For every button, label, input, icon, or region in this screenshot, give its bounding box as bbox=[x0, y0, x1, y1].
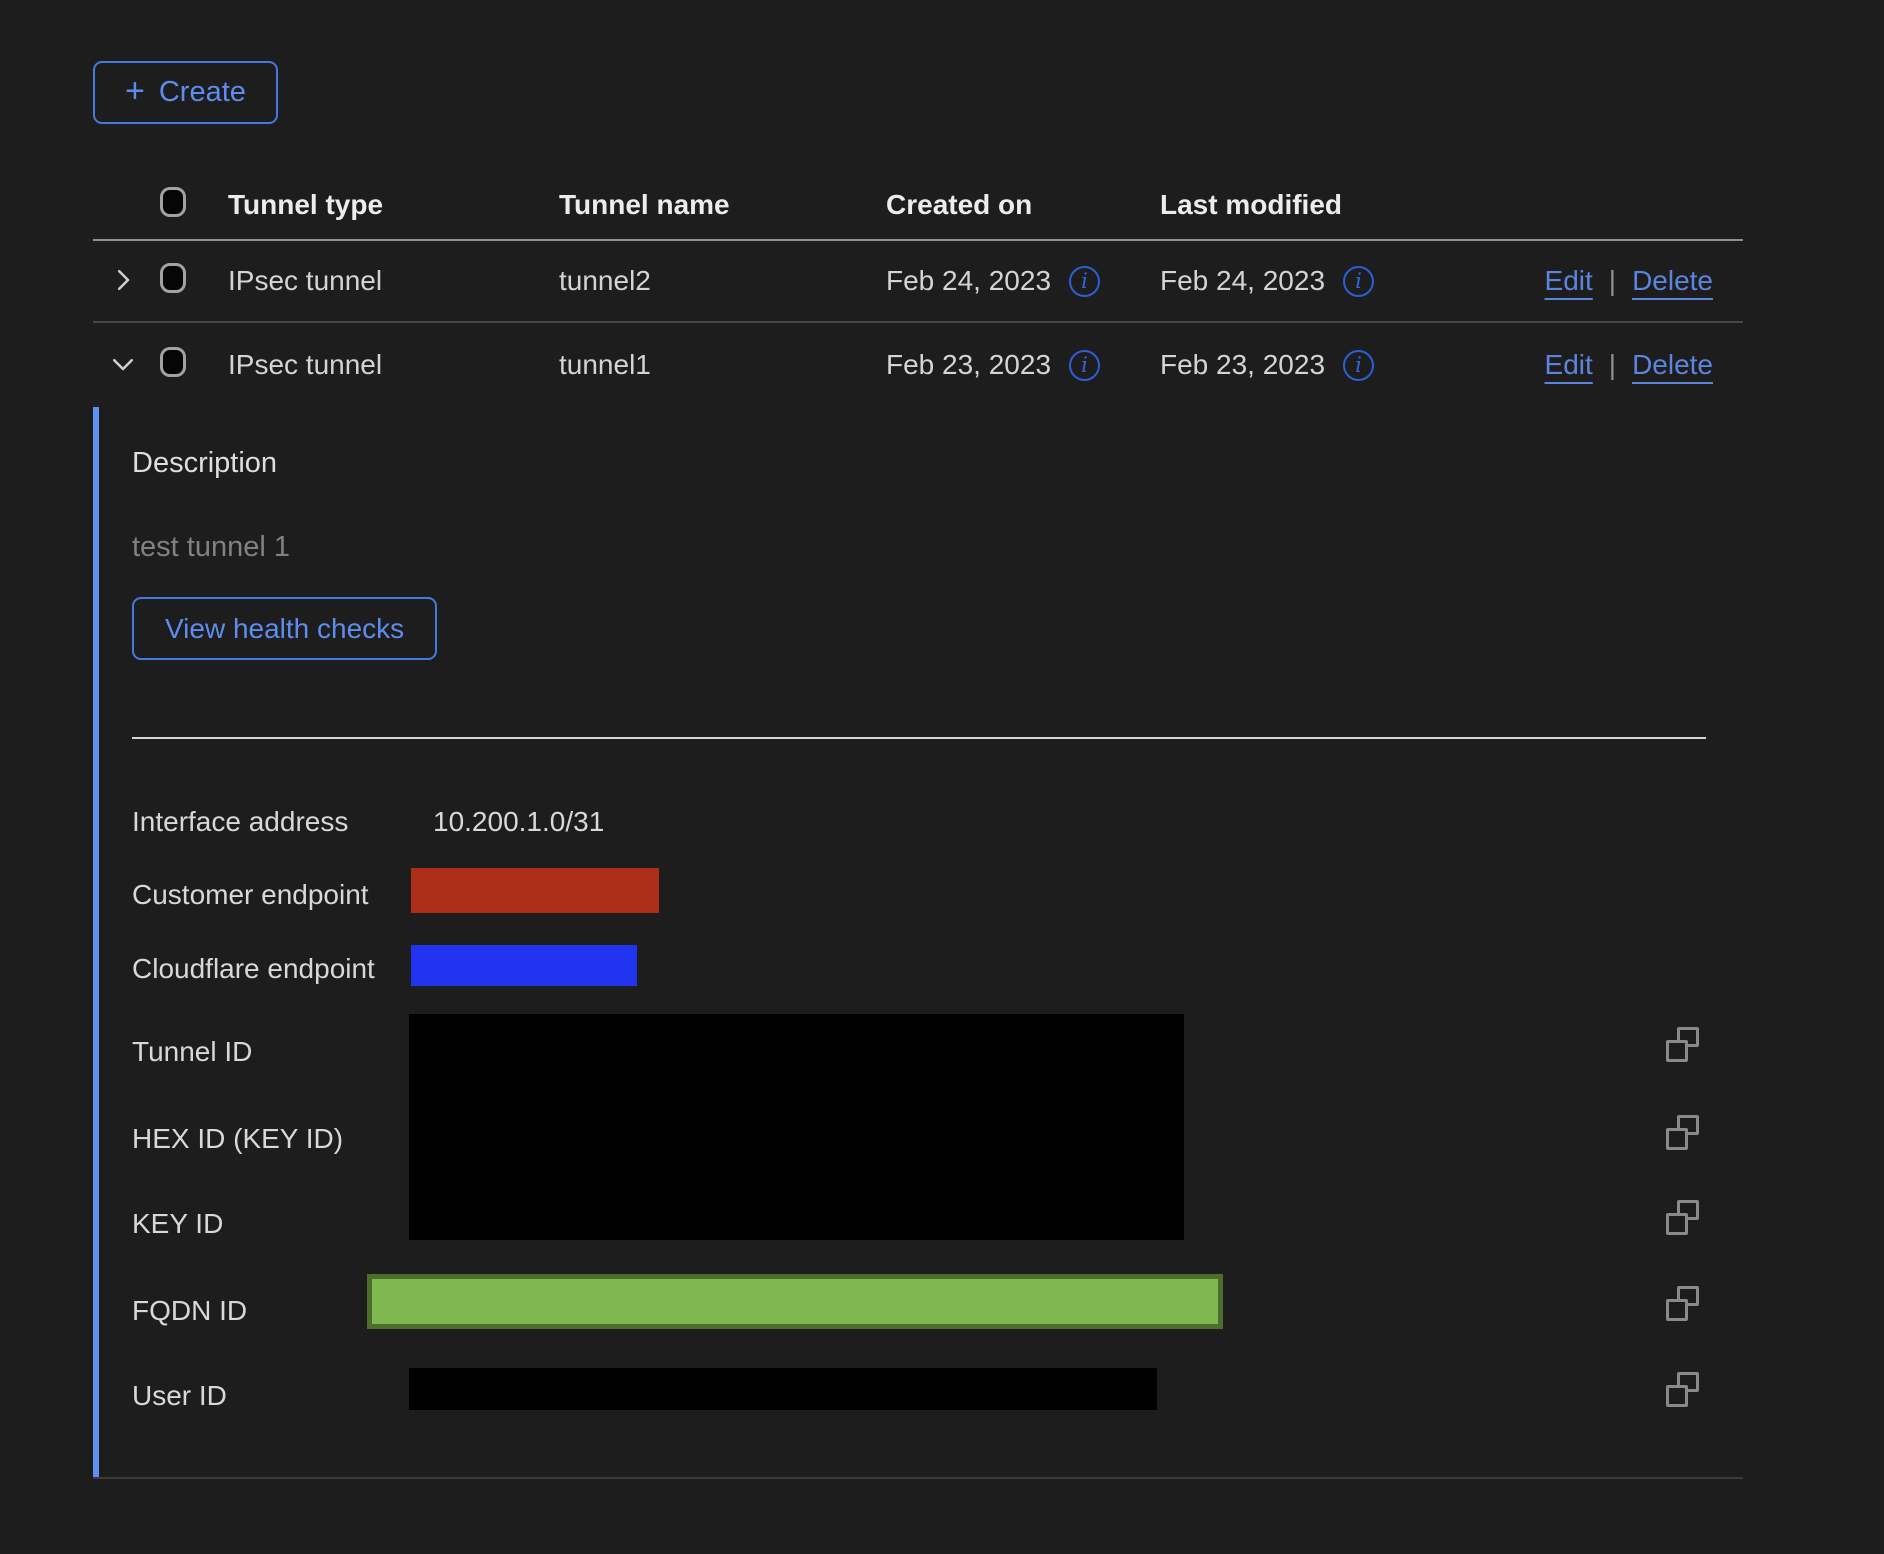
tunnels-page: + Create Tunnel type Tunnel name Created… bbox=[93, 0, 1743, 1479]
redacted-user-id bbox=[409, 1368, 1157, 1410]
info-icon[interactable]: i bbox=[1343, 266, 1374, 297]
cell-tunnel-name: tunnel1 bbox=[559, 349, 886, 381]
delete-link[interactable]: Delete bbox=[1632, 349, 1713, 381]
redacted-cloudflare-endpoint bbox=[411, 945, 637, 986]
table-row: IPsec tunnel tunnel1 Feb 23, 2023 i Feb … bbox=[93, 323, 1743, 407]
tunnels-table: Tunnel type Tunnel name Created on Last … bbox=[93, 170, 1743, 1479]
field-value-interface-address: 10.200.1.0/31 bbox=[433, 806, 604, 838]
redacted-customer-endpoint bbox=[411, 868, 659, 913]
cell-created-on: Feb 23, 2023 bbox=[886, 349, 1051, 381]
copy-icon[interactable] bbox=[1665, 1372, 1700, 1407]
cell-tunnel-name: tunnel2 bbox=[559, 265, 886, 297]
cell-last-modified: Feb 24, 2023 bbox=[1160, 265, 1325, 297]
cell-tunnel-type: IPsec tunnel bbox=[228, 349, 559, 381]
field-label-tunnel-id: Tunnel ID bbox=[132, 1036, 252, 1068]
copy-icon[interactable] bbox=[1665, 1200, 1700, 1235]
view-health-checks-button[interactable]: View health checks bbox=[132, 597, 437, 660]
plus-icon: + bbox=[125, 74, 145, 108]
chevron-right-icon bbox=[108, 265, 138, 298]
redacted-tunnel-hex-key-ids bbox=[409, 1014, 1184, 1240]
table-row: IPsec tunnel tunnel2 Feb 24, 2023 i Feb … bbox=[93, 241, 1743, 323]
copy-icon[interactable] bbox=[1665, 1286, 1700, 1321]
field-label-fqdn-id: FQDN ID bbox=[132, 1295, 247, 1327]
collapse-row-button[interactable] bbox=[108, 349, 138, 382]
action-separator: | bbox=[1609, 265, 1616, 297]
action-separator: | bbox=[1609, 349, 1616, 381]
header-tunnel-name: Tunnel name bbox=[559, 189, 886, 221]
copy-icon[interactable] bbox=[1665, 1027, 1700, 1062]
info-icon[interactable]: i bbox=[1069, 266, 1100, 297]
chevron-down-icon bbox=[108, 349, 138, 382]
row-checkbox[interactable] bbox=[160, 347, 186, 377]
header-last-modified: Last modified bbox=[1160, 189, 1480, 221]
field-label-customer-endpoint: Customer endpoint bbox=[132, 879, 369, 911]
info-icon[interactable]: i bbox=[1069, 350, 1100, 381]
select-all-checkbox[interactable] bbox=[160, 187, 186, 217]
edit-link[interactable]: Edit bbox=[1545, 265, 1593, 297]
delete-link[interactable]: Delete bbox=[1632, 265, 1713, 297]
redacted-fqdn-id bbox=[367, 1274, 1223, 1329]
detail-divider bbox=[132, 737, 1706, 739]
field-label-cloudflare-endpoint: Cloudflare endpoint bbox=[132, 953, 375, 985]
field-label-hex-id: HEX ID (KEY ID) bbox=[132, 1123, 343, 1155]
expand-row-button[interactable] bbox=[108, 265, 138, 298]
info-icon[interactable]: i bbox=[1343, 350, 1374, 381]
header-tunnel-type: Tunnel type bbox=[228, 189, 559, 221]
cell-created-on: Feb 24, 2023 bbox=[886, 265, 1051, 297]
table-header-row: Tunnel type Tunnel name Created on Last … bbox=[93, 170, 1743, 241]
field-label-key-id: KEY ID bbox=[132, 1208, 223, 1240]
edit-link[interactable]: Edit bbox=[1545, 349, 1593, 381]
description-label: Description bbox=[132, 447, 277, 480]
description-value: test tunnel 1 bbox=[132, 531, 290, 564]
tunnel-detail-panel: Description test tunnel 1 View health ch… bbox=[93, 407, 1743, 1479]
expanded-indicator-bar bbox=[93, 407, 99, 1477]
create-button[interactable]: + Create bbox=[93, 61, 278, 124]
row-checkbox[interactable] bbox=[160, 263, 186, 293]
header-created-on: Created on bbox=[886, 189, 1160, 221]
create-button-label: Create bbox=[159, 76, 246, 109]
field-label-interface-address: Interface address bbox=[132, 806, 348, 838]
copy-icon[interactable] bbox=[1665, 1115, 1700, 1150]
field-label-user-id: User ID bbox=[132, 1380, 227, 1412]
cell-last-modified: Feb 23, 2023 bbox=[1160, 349, 1325, 381]
cell-tunnel-type: IPsec tunnel bbox=[228, 265, 559, 297]
